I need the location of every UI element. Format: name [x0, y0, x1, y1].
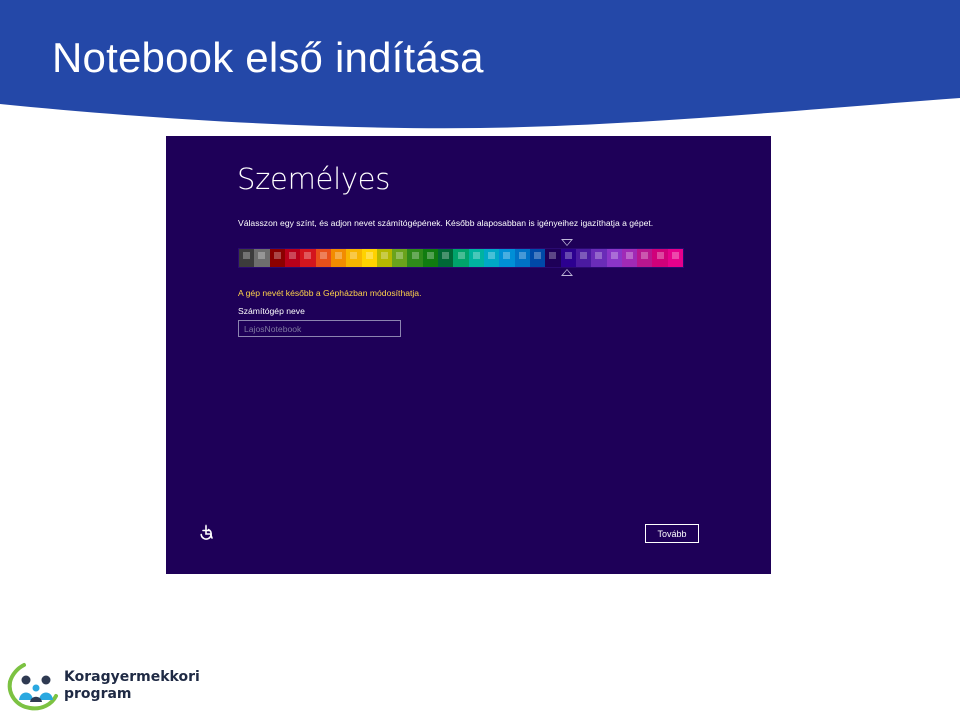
color-swatch[interactable] — [239, 249, 255, 267]
color-swatch[interactable] — [330, 249, 347, 267]
color-swatch[interactable] — [575, 249, 592, 267]
color-swatch[interactable] — [392, 249, 408, 267]
color-swatch[interactable] — [346, 249, 362, 267]
color-swatch[interactable] — [300, 249, 316, 267]
color-swatch[interactable] — [453, 249, 469, 267]
color-selector-bottom-marker — [561, 269, 573, 276]
logo-line-1: Koragyermekkori — [64, 669, 200, 685]
color-selector-top-marker — [561, 239, 573, 246]
color-swatch[interactable] — [667, 249, 684, 267]
slide-title: Notebook első indítása — [52, 34, 484, 81]
color-swatch[interactable] — [376, 249, 393, 267]
color-swatch[interactable] — [254, 249, 270, 267]
color-swatch[interactable] — [484, 249, 500, 267]
color-swatch[interactable] — [621, 249, 638, 267]
color-swatch[interactable] — [315, 249, 331, 267]
computer-name-label: Számítógép neve — [238, 306, 305, 316]
setup-instruction: Válasszon egy színt, és adjon nevet szám… — [238, 218, 654, 228]
windows-setup-screen: Személyes Válasszon egy színt, és adjon … — [166, 136, 771, 574]
color-swatch[interactable] — [606, 249, 622, 267]
rename-hint: A gép nevét később a Gépházban módosítha… — [238, 288, 422, 298]
color-swatch[interactable] — [361, 249, 377, 267]
program-logo: Koragyermekkori program — [6, 660, 200, 712]
color-swatch[interactable] — [407, 249, 423, 267]
setup-heading: Személyes — [237, 162, 391, 196]
color-swatch[interactable] — [468, 249, 484, 267]
family-logo-icon — [7, 663, 58, 711]
color-swatch[interactable] — [438, 249, 454, 267]
color-swatch[interactable] — [284, 249, 301, 267]
ease-of-access-icon[interactable] — [197, 524, 215, 542]
color-swatch[interactable] — [591, 249, 607, 267]
color-swatch[interactable] — [529, 249, 546, 267]
color-swatch[interactable] — [422, 249, 439, 267]
color-swatch[interactable] — [499, 249, 515, 267]
logo-line-2: program — [64, 686, 132, 702]
next-button[interactable]: Tovább — [645, 524, 699, 543]
color-swatch[interactable] — [545, 249, 561, 267]
color-swatch[interactable] — [637, 249, 653, 267]
color-swatch[interactable] — [560, 249, 576, 267]
color-swatch[interactable] — [269, 249, 285, 267]
color-swatch[interactable] — [652, 249, 668, 267]
color-swatch[interactable] — [514, 249, 530, 267]
computer-name-input[interactable] — [238, 320, 401, 337]
title-banner: Notebook első indítása — [0, 0, 960, 135]
color-palette[interactable] — [238, 248, 684, 268]
